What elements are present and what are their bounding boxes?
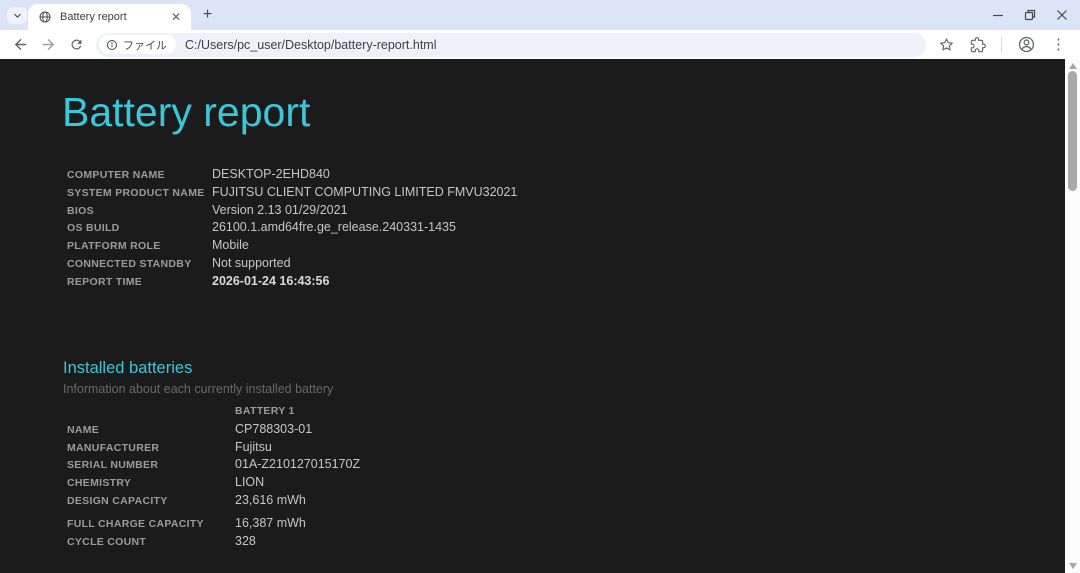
close-window-button[interactable] bbox=[1046, 0, 1078, 30]
table-row: FULL CHARGE CAPACITY 16,387 mWh bbox=[67, 515, 360, 533]
browser-toolbar: ファイル C:/Users/pc_user/Desktop/battery-re… bbox=[0, 30, 1080, 59]
tab-close-button[interactable]: ✕ bbox=[168, 9, 184, 25]
scroll-down-button[interactable] bbox=[1065, 559, 1080, 573]
puzzle-icon bbox=[970, 37, 986, 53]
row-value: 328 bbox=[235, 533, 256, 551]
row-label: CONNECTED STANDBY bbox=[67, 256, 212, 274]
scrollbar-thumb[interactable] bbox=[1068, 71, 1077, 191]
row-label: CHEMISTRY bbox=[67, 475, 235, 493]
avatar-icon bbox=[1017, 35, 1036, 54]
globe-icon bbox=[38, 10, 52, 24]
row-value: CP788303-01 bbox=[235, 421, 312, 439]
row-label: DESIGN CAPACITY bbox=[67, 493, 235, 511]
maximize-button[interactable] bbox=[1014, 0, 1046, 30]
url-text: C:/Users/pc_user/Desktop/battery-report.… bbox=[185, 38, 436, 52]
table-row: CHEMISTRY LION bbox=[67, 474, 360, 492]
profile-button[interactable] bbox=[1017, 35, 1036, 54]
row-value: LION bbox=[235, 474, 264, 492]
extensions-button[interactable] bbox=[970, 37, 986, 53]
vertical-scrollbar[interactable] bbox=[1065, 59, 1080, 573]
table-header-row: BATTERY 1 bbox=[67, 403, 360, 421]
table-row: PLATFORM ROLE Mobile bbox=[67, 237, 517, 255]
row-value: 23,616 mWh bbox=[235, 492, 306, 510]
section-subtitle: Information about each currently install… bbox=[63, 382, 333, 396]
battery-table: BATTERY 1 NAME CP788303-01 MANUFACTURER … bbox=[67, 403, 360, 551]
info-icon bbox=[106, 39, 118, 51]
row-label: NAME bbox=[67, 422, 235, 440]
minimize-button[interactable] bbox=[982, 0, 1014, 30]
star-icon bbox=[938, 36, 955, 53]
toolbar-actions: ⋮ bbox=[938, 35, 1066, 54]
table-row: CONNECTED STANDBY Not supported bbox=[67, 255, 517, 273]
url-bar[interactable]: ファイル C:/Users/pc_user/Desktop/battery-re… bbox=[96, 33, 926, 57]
back-arrow-icon bbox=[12, 36, 29, 53]
scroll-down-icon bbox=[1069, 563, 1077, 569]
row-value: Not supported bbox=[212, 255, 291, 273]
reload-icon bbox=[69, 37, 84, 52]
row-label: CYCLE COUNT bbox=[67, 534, 235, 552]
table-row: MANUFACTURER Fujitsu bbox=[67, 439, 360, 457]
row-label: PLATFORM ROLE bbox=[67, 238, 212, 256]
battery-report-page: Battery report COMPUTER NAME DESKTOP-2EH… bbox=[0, 59, 1065, 573]
row-value: 2026-01-24 16:43:56 bbox=[212, 273, 329, 291]
row-label: OS BUILD bbox=[67, 220, 212, 238]
forward-arrow-icon bbox=[40, 36, 57, 53]
row-label: SYSTEM PRODUCT NAME bbox=[67, 185, 212, 203]
row-label: BIOS bbox=[67, 203, 212, 221]
forward-button[interactable] bbox=[36, 33, 60, 57]
row-value: Version 2.13 01/29/2021 bbox=[212, 202, 348, 220]
back-button[interactable] bbox=[8, 33, 32, 57]
table-row: SERIAL NUMBER 01A-Z210127015170Z bbox=[67, 456, 360, 474]
row-value: Mobile bbox=[212, 237, 249, 255]
menu-button[interactable]: ⋮ bbox=[1051, 37, 1066, 52]
row-label: SERIAL NUMBER bbox=[67, 457, 235, 475]
site-info-chip[interactable]: ファイル bbox=[99, 35, 176, 54]
section-heading: Installed batteries bbox=[63, 359, 333, 378]
row-value: FUJITSU CLIENT COMPUTING LIMITED FMVU320… bbox=[212, 184, 517, 202]
browser-tab[interactable]: Battery report ✕ bbox=[28, 4, 191, 30]
new-tab-button[interactable]: + bbox=[199, 7, 216, 24]
tab-search-button[interactable] bbox=[7, 7, 27, 24]
tab-title: Battery report bbox=[60, 11, 168, 23]
row-value: 01A-Z210127015170Z bbox=[235, 456, 360, 474]
scroll-up-icon bbox=[1069, 63, 1077, 69]
table-row: OS BUILD 26100.1.amd64fre.ge_release.240… bbox=[67, 219, 517, 237]
restore-icon bbox=[1024, 9, 1036, 21]
table-row: NAME CP788303-01 bbox=[67, 421, 360, 439]
table-row: CYCLE COUNT 328 bbox=[67, 533, 360, 551]
row-value: 16,387 mWh bbox=[235, 515, 306, 533]
reload-button[interactable] bbox=[64, 33, 88, 57]
row-value: DESKTOP-2EHD840 bbox=[212, 166, 330, 184]
tab-strip: Battery report ✕ + bbox=[0, 0, 1080, 30]
system-info-table: COMPUTER NAME DESKTOP-2EHD840 SYSTEM PRO… bbox=[67, 166, 517, 290]
bookmark-star-button[interactable] bbox=[938, 36, 955, 53]
battery-column-header: BATTERY 1 bbox=[235, 403, 295, 421]
row-label: COMPUTER NAME bbox=[67, 167, 212, 185]
row-label: MANUFACTURER bbox=[67, 440, 235, 458]
table-row: BIOS Version 2.13 01/29/2021 bbox=[67, 202, 517, 220]
minimize-icon bbox=[992, 9, 1004, 21]
table-row: DESIGN CAPACITY 23,616 mWh bbox=[67, 492, 360, 510]
row-label: REPORT TIME bbox=[67, 274, 212, 292]
close-icon bbox=[1056, 9, 1068, 21]
file-scheme-label: ファイル bbox=[123, 37, 167, 53]
chevron-down-icon bbox=[12, 10, 23, 21]
installed-batteries-section: Installed batteries Information about ea… bbox=[63, 359, 333, 396]
table-row: SYSTEM PRODUCT NAME FUJITSU CLIENT COMPU… bbox=[67, 184, 517, 202]
row-label: FULL CHARGE CAPACITY bbox=[67, 516, 235, 534]
page-title: Battery report bbox=[62, 89, 310, 136]
toolbar-separator bbox=[1001, 37, 1002, 53]
window-controls bbox=[982, 0, 1078, 30]
row-value: 26100.1.amd64fre.ge_release.240331-1435 bbox=[212, 219, 456, 237]
row-value: Fujitsu bbox=[235, 439, 272, 457]
table-row-report-time: REPORT TIME 2026-01-24 16:43:56 bbox=[67, 273, 517, 291]
table-row: COMPUTER NAME DESKTOP-2EHD840 bbox=[67, 166, 517, 184]
